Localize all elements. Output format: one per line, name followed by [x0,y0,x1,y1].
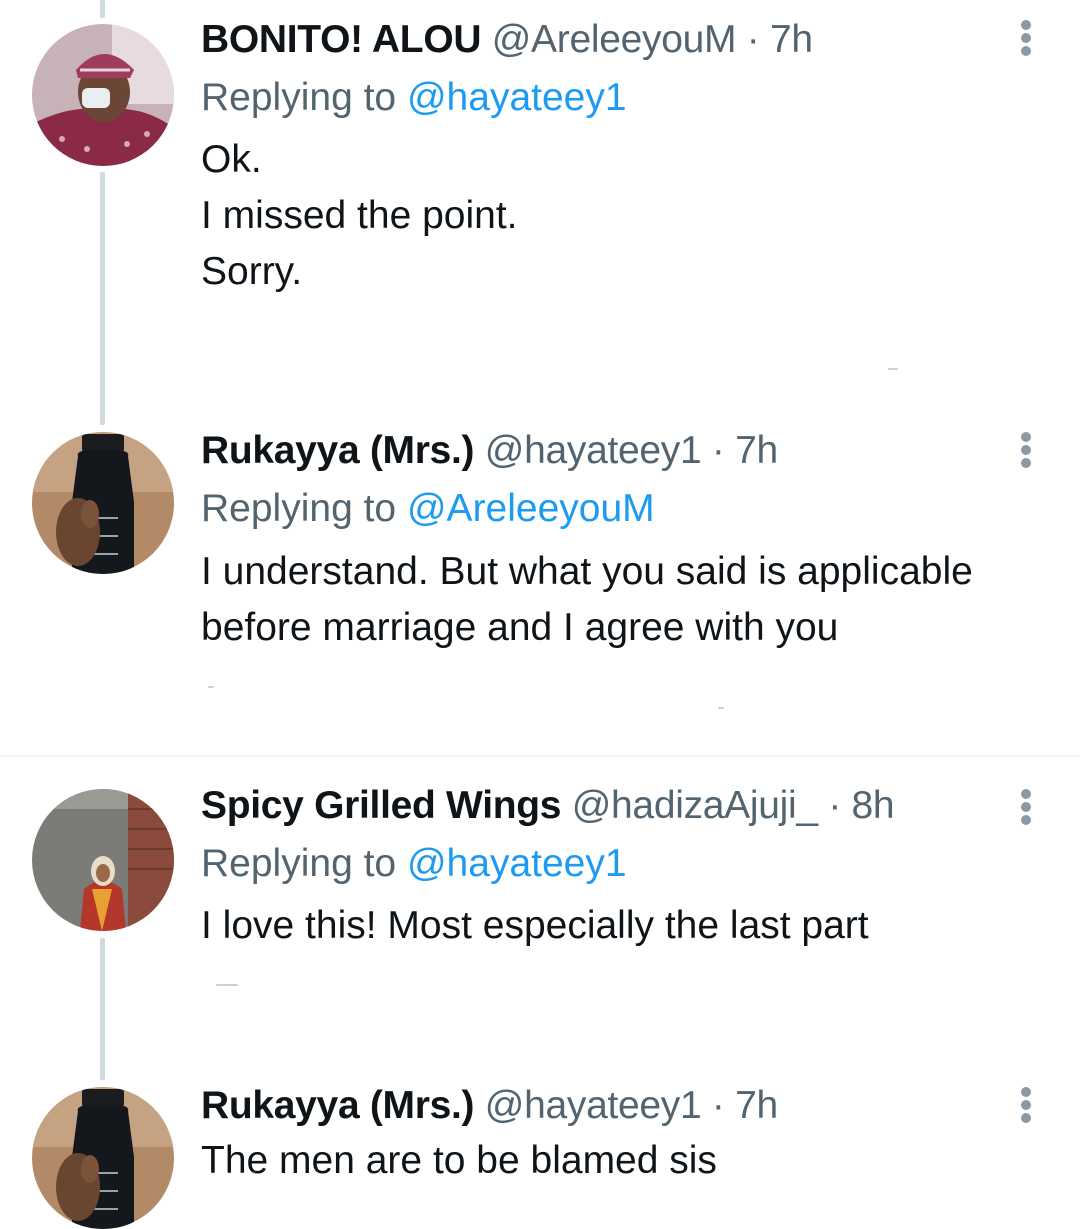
author-handle[interactable]: @hayateey1 [485,1084,702,1127]
replying-to: Replying to @hayateey1 [201,840,627,888]
timestamp[interactable]: 7h [770,18,813,61]
timestamp[interactable]: 7h [735,429,778,472]
tweet-text: Ok. I missed the point. Sorry. [201,132,1061,300]
tweet-header: Rukayya (Mrs.) @hayateey1 · 7h [201,427,778,475]
replying-to-label: Replying to [201,487,397,530]
action-bar-remnant [718,707,724,709]
avatar[interactable] [32,1087,174,1229]
tweet-text-line: before marriage and I agree with you [201,606,839,649]
separator-dot: · [711,1084,725,1127]
tweet-text-line: I love this! Most especially the last pa… [201,904,869,947]
separator-dot: · [746,18,760,61]
separator-dot: · [711,429,725,472]
tweet[interactable]: Rukayya (Mrs.) @hayateey1 · 7h The men a… [0,1057,1080,1229]
avatar[interactable] [32,789,174,931]
replying-to: Replying to @hayateey1 [201,74,627,122]
more-vertical-icon[interactable] [1008,18,1044,58]
tweet-text: I love this! Most especially the last pa… [201,898,1061,954]
author-name[interactable]: Spicy Grilled Wings [201,784,562,827]
replying-to-label: Replying to [201,842,397,885]
more-vertical-icon[interactable] [1008,787,1044,827]
avatar[interactable] [32,432,174,574]
author-handle[interactable]: @hadizaAjuji_ [572,784,818,827]
tweet-text: I understand. But what you said is appli… [201,544,1061,656]
replying-to: Replying to @AreleeyouM [201,485,655,533]
replying-to-link[interactable]: @hayateey1 [407,76,627,119]
author-name[interactable]: Rukayya (Mrs.) [201,429,475,472]
tweet-text-line: The men are to be blamed sis [201,1139,717,1182]
tweet[interactable]: BONITO! ALOU @AreleeyouM · 7h Replying t… [0,0,1080,410]
tweet-text-line: Ok. [201,138,262,181]
action-bar-remnant [888,368,898,370]
author-name[interactable]: Rukayya (Mrs.) [201,1084,475,1127]
replying-to-link[interactable]: @hayateey1 [407,842,627,885]
tweet-text-line: Sorry. [201,250,303,293]
more-vertical-icon[interactable] [1008,430,1044,470]
author-name[interactable]: BONITO! ALOU [201,18,482,61]
replying-to-label: Replying to [201,76,397,119]
timestamp[interactable]: 8h [852,784,895,827]
action-bar-remnant [208,686,214,688]
tweet-text-line: I understand. But what you said is appli… [201,550,973,593]
separator-dot: · [828,784,841,827]
replying-to-link[interactable]: @AreleeyouM [407,487,655,530]
tweet-text: The men are to be blamed sis [201,1133,1061,1189]
author-handle[interactable]: @hayateey1 [485,429,702,472]
avatar[interactable] [32,24,174,166]
more-vertical-icon[interactable] [1008,1085,1044,1125]
tweet-header: Rukayya (Mrs.) @hayateey1 · 7h [201,1082,778,1130]
tweet-header: BONITO! ALOU @AreleeyouM · 7h [201,16,813,64]
tweet-text-line: I missed the point. [201,194,518,237]
timestamp[interactable]: 7h [735,1084,778,1127]
author-handle[interactable]: @AreleeyouM [492,18,737,61]
tweet[interactable]: Spicy Grilled Wings @hadizaAjuji_ · 8h R… [0,757,1080,1057]
tweet[interactable]: Rukayya (Mrs.) @hayateey1 · 7h Replying … [0,410,1080,755]
action-bar-remnant [216,984,238,986]
tweet-header: Spicy Grilled Wings @hadizaAjuji_ · 8h [201,782,895,830]
